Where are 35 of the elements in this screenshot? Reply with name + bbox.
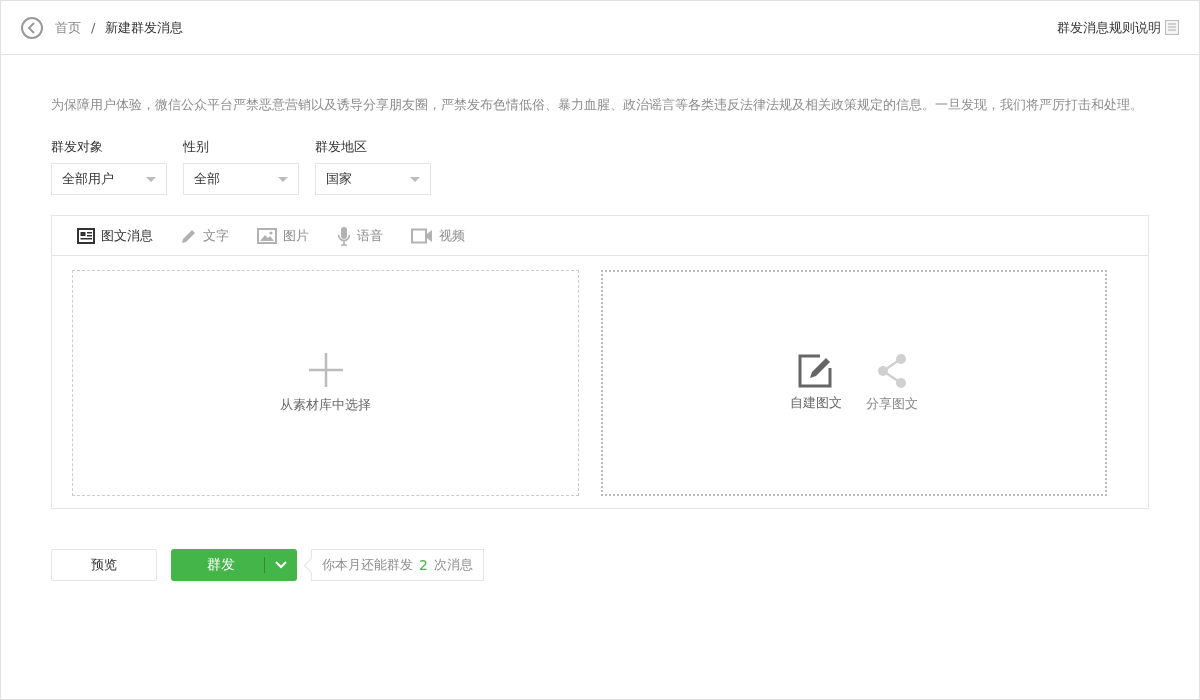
quota-text: 你本月还能群发 (322, 556, 413, 574)
chevron-left-icon (27, 21, 37, 34)
breadcrumb-link[interactable]: 首页 (55, 18, 81, 37)
news-icon (77, 227, 95, 244)
message-type-tab[interactable]: 语音 (337, 220, 389, 251)
filter-label: 群发地区 (315, 138, 368, 156)
share-icon (876, 353, 908, 389)
video-camera-icon (411, 227, 433, 244)
page-title: 新建群发消息 (105, 18, 184, 37)
microphone-icon (337, 225, 351, 246)
pencil-icon (181, 227, 197, 244)
library-label: 从素材库中选择 (280, 396, 371, 414)
document-icon[interactable] (1165, 20, 1179, 35)
message-type-tab[interactable]: 图文消息 (77, 220, 159, 251)
back-button[interactable] (21, 16, 43, 39)
create-option[interactable]: 自建图文 (790, 354, 842, 412)
notice-text: 为保障用户体验，微信公众平台严禁恶意营销以及诱导分享朋友圈，严禁发布色情低俗、暴力血腥、政治谣言等各类违反法律法规及相关政策规定的信息。一旦发现，我们将严厉打击和处理。 (51, 96, 1144, 114)
library-card[interactable]: 从素材库中选择 (72, 270, 579, 496)
rules-link[interactable]: 群发消息规则说明 (1057, 18, 1161, 37)
preview-button[interactable]: 预览 (51, 549, 157, 581)
dropdown[interactable]: 国家 (315, 163, 431, 195)
quota-count: 2 (419, 557, 428, 573)
dropdown[interactable]: 全部 (183, 163, 299, 195)
quota-text: 次消息 (433, 556, 473, 574)
image-icon (257, 227, 277, 244)
edit-icon (798, 354, 834, 388)
filter-label: 性别 (183, 138, 210, 156)
filter-label: 群发对象 (51, 138, 104, 156)
message-type-tab[interactable]: 视频 (411, 220, 471, 251)
dropdown[interactable]: 全部用户 (51, 163, 167, 195)
message-type-tab[interactable]: 图片 (257, 220, 315, 251)
plus-icon (307, 352, 344, 388)
breadcrumb-separator: / (91, 20, 96, 35)
message-type-tab[interactable]: 文字 (181, 220, 235, 251)
chevron-down-icon (275, 561, 287, 569)
